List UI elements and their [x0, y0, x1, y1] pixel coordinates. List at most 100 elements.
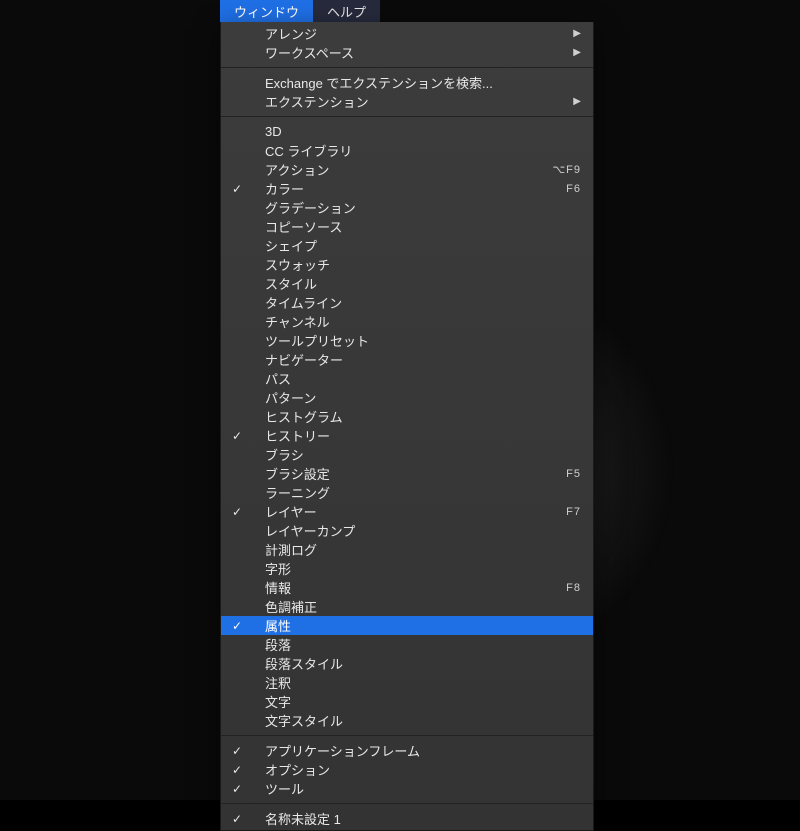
menu-separator [221, 116, 593, 117]
menu-item-history[interactable]: ✓ ヒストリー [221, 426, 593, 445]
menu-shortcut: F8 [566, 582, 581, 594]
menu-item-label: パターン [265, 388, 316, 407]
menu-item-label: 文字 [265, 692, 291, 711]
menu-item-paragraph[interactable]: 段落 [221, 635, 593, 654]
menu-shortcut: ⌥F9 [552, 163, 581, 176]
menu-item-label: 計測ログ [265, 540, 317, 559]
menu-item-arrange[interactable]: アレンジ ▶ [221, 24, 593, 43]
menu-item-paragraph-styles[interactable]: 段落スタイル [221, 654, 593, 673]
menu-item-label: パス [265, 369, 291, 388]
menu-item-workspace[interactable]: ワークスペース ▶ [221, 43, 593, 62]
menu-item-extensions[interactable]: エクステンション ▶ [221, 92, 593, 111]
menu-item-shapes[interactable]: シェイプ [221, 236, 593, 255]
menu-item-label: CC ライブラリ [265, 141, 352, 160]
menu-item-label: コピーソース [265, 217, 342, 236]
menu-item-label: 色調補正 [265, 597, 317, 616]
menu-item-label: カラー [265, 179, 304, 198]
menu-shortcut: F6 [566, 183, 581, 195]
menu-item-layer-comps[interactable]: レイヤーカンプ [221, 521, 593, 540]
menu-item-gradients[interactable]: グラデーション [221, 198, 593, 217]
menu-item-label: 文字スタイル [265, 711, 343, 730]
menu-item-label: レイヤー [265, 502, 317, 521]
menu-item-measurement-log[interactable]: 計測ログ [221, 540, 593, 559]
menu-item-label: タイムライン [265, 293, 342, 312]
menu-item-tool-presets[interactable]: ツールプリセット [221, 331, 593, 350]
menu-item-tools[interactable]: ✓ ツール [221, 779, 593, 798]
menu-item-character[interactable]: 文字 [221, 692, 593, 711]
menubar-item-help[interactable]: ヘルプ [313, 0, 380, 22]
menu-item-label: スウォッチ [265, 255, 330, 274]
menu-item-label: Exchange でエクステンションを検索... [265, 73, 493, 92]
menu-item-label: アレンジ [265, 24, 317, 43]
menu-item-label: スタイル [265, 274, 317, 293]
menu-item-color[interactable]: ✓ カラー F6 [221, 179, 593, 198]
menu-item-notes[interactable]: 注釈 [221, 673, 593, 692]
menu-item-label: アクション [265, 160, 329, 179]
menu-item-app-frame[interactable]: ✓ アプリケーションフレーム [221, 741, 593, 760]
check-icon: ✓ [229, 782, 245, 796]
menu-item-glyphs[interactable]: 字形 [221, 559, 593, 578]
menu-item-label: 3D [265, 124, 282, 139]
menu-item-info[interactable]: 情報 F8 [221, 578, 593, 597]
menu-separator [221, 735, 593, 736]
menu-item-label: アプリケーションフレーム [265, 741, 420, 760]
menu-item-label: ブラシ設定 [265, 464, 330, 483]
check-icon: ✓ [229, 744, 245, 758]
menu-item-brushes[interactable]: ブラシ [221, 445, 593, 464]
menu-shortcut: F5 [566, 468, 581, 480]
menu-item-layers[interactable]: ✓ レイヤー F7 [221, 502, 593, 521]
menu-item-label: オプション [265, 760, 330, 779]
menu-item-label: 属性 [265, 616, 291, 635]
menu-item-swatches[interactable]: スウォッチ [221, 255, 593, 274]
menubar: ウィンドウ ヘルプ [220, 0, 380, 22]
menu-item-label: ツール [265, 779, 304, 798]
menu-item-timeline[interactable]: タイムライン [221, 293, 593, 312]
check-icon: ✓ [229, 182, 245, 196]
menu-item-options[interactable]: ✓ オプション [221, 760, 593, 779]
menu-item-label: シェイプ [265, 236, 317, 255]
menu-item-styles[interactable]: スタイル [221, 274, 593, 293]
menu-item-adjustments[interactable]: 色調補正 [221, 597, 593, 616]
menu-item-label: 字形 [265, 559, 291, 578]
check-icon: ✓ [229, 763, 245, 777]
menu-item-untitled-1[interactable]: ✓ 名称未設定 1 [221, 809, 593, 828]
menubar-item-window[interactable]: ウィンドウ [220, 0, 313, 22]
menu-item-label: エクステンション [265, 92, 369, 111]
menu-item-label: ヒストグラム [265, 407, 343, 426]
submenu-arrow-icon: ▶ [573, 47, 581, 58]
menu-item-label: 段落スタイル [265, 654, 343, 673]
menu-item-label: グラデーション [265, 198, 356, 217]
menu-item-label: ツールプリセット [265, 331, 369, 350]
menu-item-learning[interactable]: ラーニング [221, 483, 593, 502]
submenu-arrow-icon: ▶ [573, 96, 581, 107]
menu-item-label: 注釈 [265, 673, 291, 692]
menu-item-navigator[interactable]: ナビゲーター [221, 350, 593, 369]
menu-item-character-styles[interactable]: 文字スタイル [221, 711, 593, 730]
menu-item-label: ヒストリー [265, 426, 330, 445]
menu-item-histogram[interactable]: ヒストグラム [221, 407, 593, 426]
menu-item-channels[interactable]: チャンネル [221, 312, 593, 331]
menu-item-copy-source[interactable]: コピーソース [221, 217, 593, 236]
menu-separator [221, 803, 593, 804]
menu-item-label: 段落 [265, 635, 291, 654]
menu-item-exchange-search[interactable]: Exchange でエクステンションを検索... [221, 73, 593, 92]
menu-item-properties[interactable]: ✓ 属性 [221, 616, 593, 635]
menu-item-label: ナビゲーター [265, 350, 343, 369]
menu-item-label: 名称未設定 1 [265, 809, 341, 828]
menu-shortcut: F7 [566, 506, 581, 518]
menu-item-label: ブラシ [265, 445, 304, 464]
menu-item-label: レイヤーカンプ [265, 521, 355, 540]
menu-item-label: ワークスペース [265, 43, 354, 62]
menu-item-actions[interactable]: アクション ⌥F9 [221, 160, 593, 179]
menu-item-3d[interactable]: 3D [221, 122, 593, 141]
menu-item-label: チャンネル [265, 312, 330, 331]
menu-item-label: 情報 [265, 578, 291, 597]
menu-item-patterns[interactable]: パターン [221, 388, 593, 407]
check-icon: ✓ [229, 429, 245, 443]
menu-item-brush-settings[interactable]: ブラシ設定 F5 [221, 464, 593, 483]
menu-item-paths[interactable]: パス [221, 369, 593, 388]
menu-item-cc-libraries[interactable]: CC ライブラリ [221, 141, 593, 160]
check-icon: ✓ [229, 812, 245, 826]
menu-separator [221, 67, 593, 68]
submenu-arrow-icon: ▶ [573, 28, 581, 39]
